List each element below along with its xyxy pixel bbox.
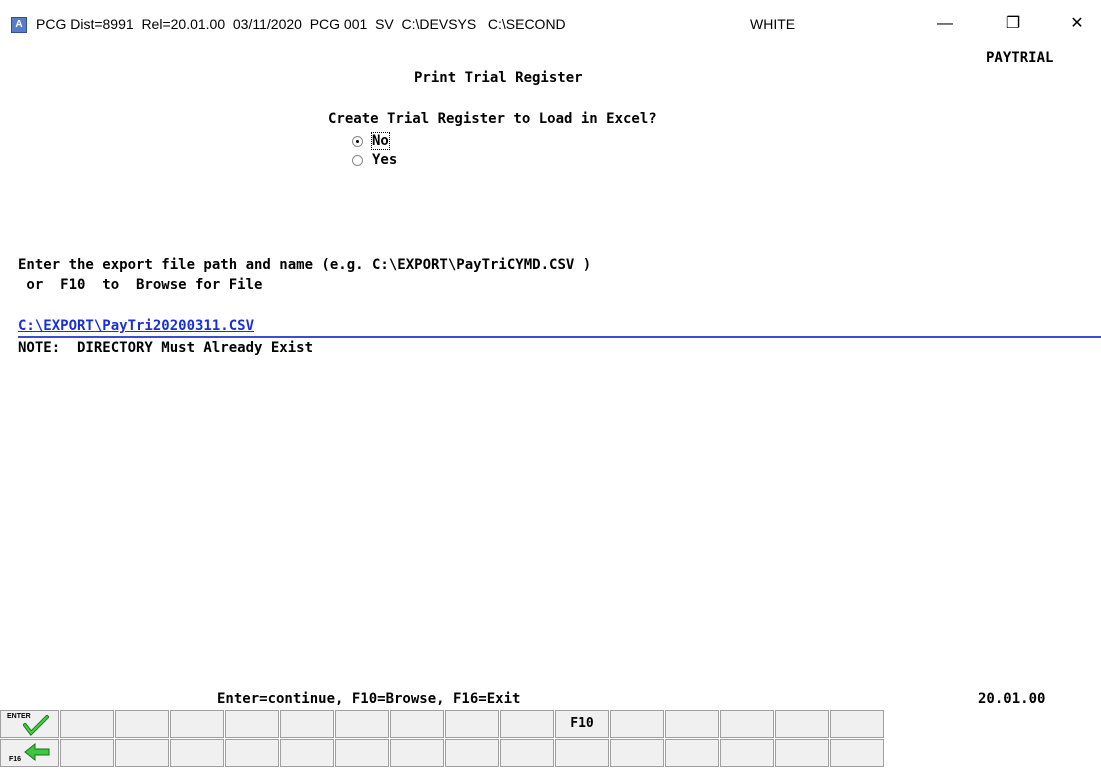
radio-yes[interactable] [352, 154, 363, 166]
option-yes-label[interactable]: Yes [372, 152, 397, 168]
minimize-button[interactable]: — [922, 10, 968, 38]
fkey-top-4[interactable] [170, 710, 224, 738]
fkey-row-bottom: F16 [0, 739, 885, 767]
fkey-top-16[interactable] [830, 710, 884, 738]
version-label: 20.01.00 [978, 691, 1046, 707]
fkey-bottom-14[interactable] [720, 739, 774, 767]
fkey-top-5[interactable] [225, 710, 279, 738]
fkey-bottom-16[interactable] [830, 739, 884, 767]
fkey-top-14[interactable] [720, 710, 774, 738]
fkey-top-7[interactable] [335, 710, 389, 738]
f16-exit-button[interactable]: F16 [0, 739, 59, 767]
fkey-bottom-15[interactable] [775, 739, 829, 767]
fkey-bottom-10[interactable] [500, 739, 554, 767]
enter-key-button[interactable]: ENTER [0, 710, 59, 738]
window-title: PCG Dist=8991 Rel=20.01.00 03/11/2020 PC… [36, 16, 566, 32]
fkey-top-15[interactable] [775, 710, 829, 738]
fkey-bottom-3[interactable] [115, 739, 169, 767]
option-yes[interactable]: Yes [352, 151, 397, 169]
fkey-bottom-11[interactable] [555, 739, 609, 767]
excel-question: Create Trial Register to Load in Excel? [328, 111, 657, 127]
app-icon[interactable]: A [11, 17, 27, 33]
session-name: WHITE [750, 16, 796, 32]
fkey-top-3[interactable] [115, 710, 169, 738]
green-checkmark-icon [23, 715, 49, 737]
fkey-top-13[interactable] [665, 710, 719, 738]
fkey-top-2[interactable] [60, 710, 114, 738]
title-bar: A PCG Dist=8991 Rel=20.01.00 03/11/2020 … [0, 0, 1101, 40]
fkey-top-9[interactable] [445, 710, 499, 738]
fkey-top-8[interactable] [390, 710, 444, 738]
program-id: PAYTRIAL [986, 50, 1054, 66]
fkey-bottom-7[interactable] [335, 739, 389, 767]
fkey-bottom-13[interactable] [665, 739, 719, 767]
option-no-label[interactable]: No [371, 132, 390, 150]
green-back-arrow-icon [24, 742, 50, 762]
fkey-top-6[interactable] [280, 710, 334, 738]
directory-note: NOTE: DIRECTORY Must Already Exist [18, 340, 314, 356]
fkey-bottom-4[interactable] [170, 739, 224, 767]
fkey-top-10[interactable] [500, 710, 554, 738]
instruction-line-1: Enter the export file path and name (e.g… [18, 257, 592, 273]
fkey-bottom-12[interactable] [610, 739, 664, 767]
fkey-bottom-6[interactable] [280, 739, 334, 767]
fkey-bottom-5[interactable] [225, 739, 279, 767]
fkey-bottom-8[interactable] [390, 739, 444, 767]
fkey-row-top: ENTER F10 [0, 710, 885, 738]
restore-button[interactable]: ❐ [990, 10, 1036, 38]
close-button[interactable]: ✕ [1054, 10, 1100, 38]
option-no[interactable]: No [352, 132, 390, 150]
radio-no[interactable] [352, 135, 363, 147]
status-line: Enter=continue, F10=Browse, F16=Exit [217, 691, 521, 707]
fkey-bottom-9[interactable] [445, 739, 499, 767]
export-path-input[interactable]: C:\EXPORT\PayTri20200311.CSV [18, 317, 1101, 338]
fkey-top-12[interactable] [610, 710, 664, 738]
instruction-line-2: or F10 to Browse for File [18, 277, 263, 293]
fkey-bottom-2[interactable] [60, 739, 114, 767]
page-title: Print Trial Register [414, 70, 583, 86]
f10-browse-button[interactable]: F10 [555, 710, 609, 738]
